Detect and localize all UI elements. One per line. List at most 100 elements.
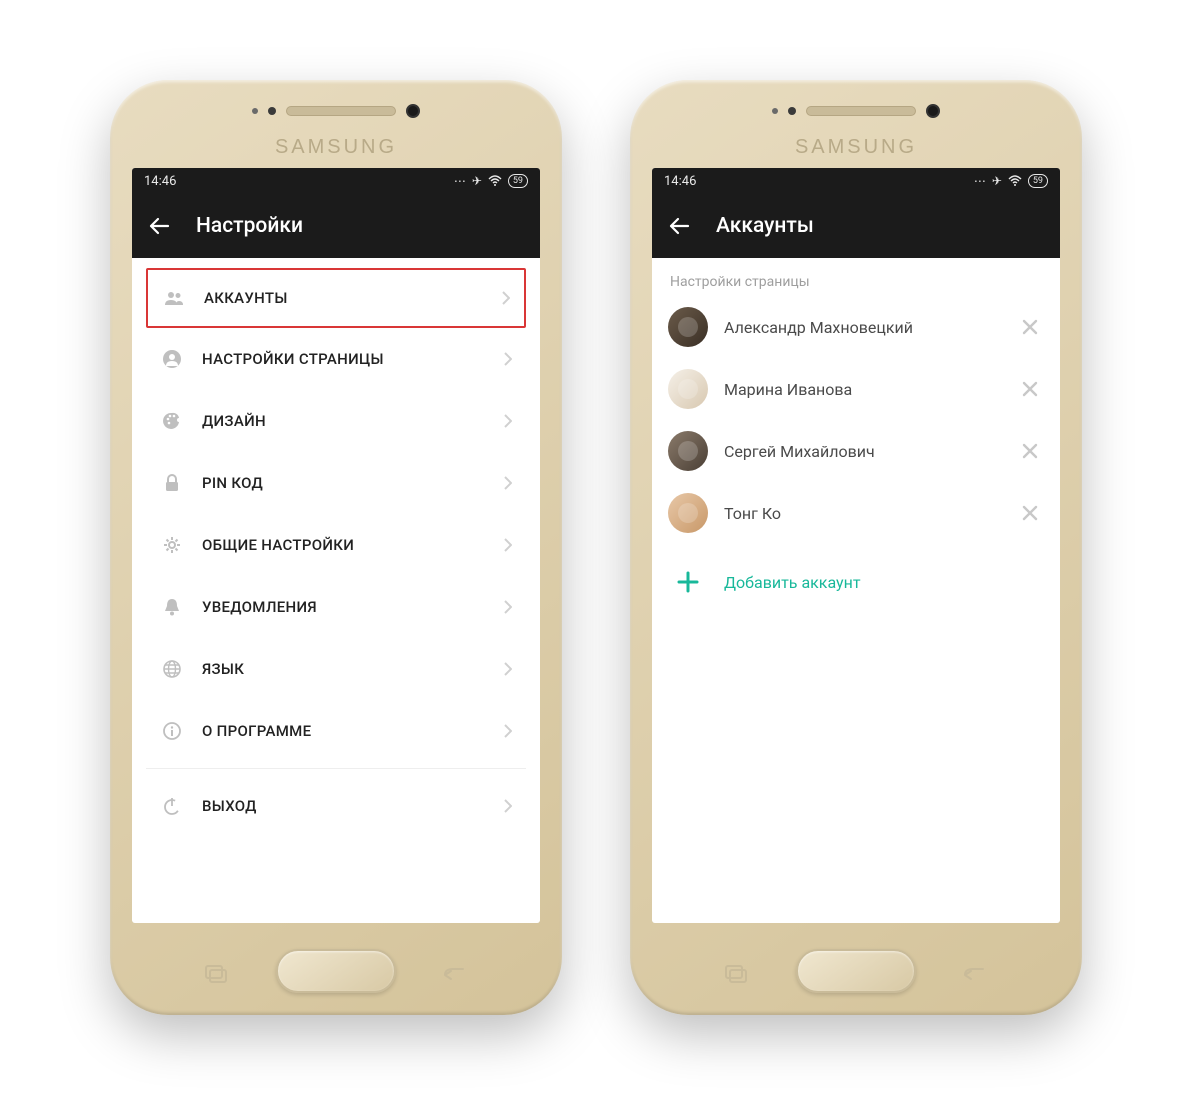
status-icons: ⋯ ✈ 59	[454, 174, 528, 188]
avatar	[668, 493, 708, 533]
avatar	[668, 431, 708, 471]
status-bar: 14:46 ⋯ ✈ 59	[652, 168, 1060, 194]
settings-item-page-settings[interactable]: НАСТРОЙКИ СТРАНИЦЫ	[146, 328, 526, 390]
settings-item-label: О ПРОГРАММЕ	[202, 722, 504, 740]
avatar	[668, 369, 708, 409]
airplane-icon: ✈	[472, 174, 482, 188]
account-row[interactable]: Сергей Михайлович	[652, 420, 1060, 482]
palette-icon	[160, 412, 184, 430]
app-bar: Настройки	[132, 194, 540, 258]
account-row[interactable]: Александр Махновецкий	[652, 296, 1060, 358]
chevron-right-icon	[504, 414, 512, 428]
settings-item-label: ЯЗЫК	[202, 660, 504, 678]
chevron-right-icon	[502, 291, 510, 305]
account-row[interactable]: Тонг Ко	[652, 482, 1060, 544]
status-time: 14:46	[144, 174, 176, 189]
remove-account-button[interactable]	[1016, 437, 1044, 465]
airplane-icon: ✈	[992, 174, 1002, 188]
settings-item-general[interactable]: ОБЩИЕ НАСТРОЙКИ	[146, 514, 526, 576]
account-name: Марина Иванова	[724, 380, 1000, 399]
back-button[interactable]	[668, 215, 690, 237]
gear-icon	[160, 536, 184, 554]
recent-apps-softkey[interactable]	[205, 965, 227, 983]
phone-sensors	[110, 104, 562, 118]
status-icons: ⋯ ✈ 59	[974, 174, 1048, 188]
lock-icon	[160, 474, 184, 492]
chevron-right-icon	[504, 799, 512, 813]
avatar	[668, 307, 708, 347]
close-icon	[1022, 381, 1038, 397]
account-name: Александр Махновецкий	[724, 318, 1000, 337]
battery-indicator: 59	[508, 174, 528, 188]
chevron-right-icon	[504, 476, 512, 490]
settings-item-about[interactable]: О ПРОГРАММЕ	[146, 700, 526, 762]
home-button[interactable]	[796, 949, 916, 993]
home-button[interactable]	[276, 949, 396, 993]
status-time: 14:46	[664, 174, 696, 189]
phone-brand: SAMSUNG	[630, 136, 1082, 159]
settings-item-exit[interactable]: ВЫХОД	[146, 775, 526, 837]
remove-account-button[interactable]	[1016, 375, 1044, 403]
chevron-right-icon	[504, 538, 512, 552]
phone-sensors	[630, 104, 1082, 118]
battery-indicator: 59	[1028, 174, 1048, 188]
power-icon	[160, 797, 184, 815]
settings-item-label: УВЕДОМЛЕНИЯ	[202, 598, 504, 616]
section-header: Настройки страницы	[652, 258, 1060, 296]
back-arrow-icon	[148, 215, 170, 237]
remove-account-button[interactable]	[1016, 499, 1044, 527]
settings-item-label: ОБЩИЕ НАСТРОЙКИ	[202, 536, 504, 554]
settings-item-language[interactable]: ЯЗЫК	[146, 638, 526, 700]
close-icon	[1022, 319, 1038, 335]
settings-item-label: НАСТРОЙКИ СТРАНИЦЫ	[202, 350, 504, 368]
chevron-right-icon	[504, 600, 512, 614]
add-account-button[interactable]: Добавить аккаунт	[652, 552, 1060, 612]
back-button[interactable]	[148, 215, 170, 237]
more-icon: ⋯	[454, 174, 466, 188]
app-bar: Аккаунты	[652, 194, 1060, 258]
phone-mockup-left: SAMSUNG 14:46 ⋯ ✈ 59 Настройки	[110, 80, 562, 1015]
screen-right: 14:46 ⋯ ✈ 59 Аккаунты Настройки страницы…	[652, 168, 1060, 923]
remove-account-button[interactable]	[1016, 313, 1044, 341]
page-title: Настройки	[196, 214, 303, 238]
info-icon	[160, 722, 184, 740]
chevron-right-icon	[504, 662, 512, 676]
more-icon: ⋯	[974, 174, 986, 188]
page-title: Аккаунты	[716, 214, 814, 238]
close-icon	[1022, 443, 1038, 459]
settings-item-label: ВЫХОД	[202, 797, 504, 815]
wifi-icon	[488, 175, 502, 187]
person-icon	[160, 350, 184, 368]
add-account-label: Добавить аккаунт	[724, 573, 861, 592]
settings-item-design[interactable]: ДИЗАЙН	[146, 390, 526, 452]
chevron-right-icon	[504, 352, 512, 366]
back-softkey[interactable]	[443, 967, 467, 983]
settings-item-pin[interactable]: PIN КОД	[146, 452, 526, 514]
divider	[146, 768, 526, 769]
settings-item-accounts[interactable]: АККАУНТЫ	[146, 268, 526, 328]
accounts-content: Настройки страницы Александр Махновецкий…	[652, 258, 1060, 923]
back-arrow-icon	[668, 215, 690, 237]
bell-icon	[160, 598, 184, 616]
account-row[interactable]: Марина Иванова	[652, 358, 1060, 420]
close-icon	[1022, 505, 1038, 521]
users-icon	[162, 291, 186, 305]
back-softkey[interactable]	[963, 967, 987, 983]
account-name: Сергей Михайлович	[724, 442, 1000, 461]
recent-apps-softkey[interactable]	[725, 965, 747, 983]
phone-brand: SAMSUNG	[110, 136, 562, 159]
settings-item-label: ДИЗАЙН	[202, 412, 504, 430]
settings-content: АККАУНТЫ НАСТРОЙКИ СТРАНИЦЫ ДИЗАЙН	[132, 258, 540, 923]
account-name: Тонг Ко	[724, 504, 1000, 523]
chevron-right-icon	[504, 724, 512, 738]
settings-item-notifications[interactable]: УВЕДОМЛЕНИЯ	[146, 576, 526, 638]
settings-list: АККАУНТЫ НАСТРОЙКИ СТРАНИЦЫ ДИЗАЙН	[132, 258, 540, 837]
globe-icon	[160, 660, 184, 678]
phone-mockup-right: SAMSUNG 14:46 ⋯ ✈ 59 Аккаунты Настройки …	[630, 80, 1082, 1015]
status-bar: 14:46 ⋯ ✈ 59	[132, 168, 540, 194]
settings-item-label: PIN КОД	[202, 474, 504, 492]
wifi-icon	[1008, 175, 1022, 187]
plus-icon	[668, 571, 708, 593]
screen-left: 14:46 ⋯ ✈ 59 Настройки АККАУНТЫ	[132, 168, 540, 923]
settings-item-label: АККАУНТЫ	[204, 289, 502, 307]
